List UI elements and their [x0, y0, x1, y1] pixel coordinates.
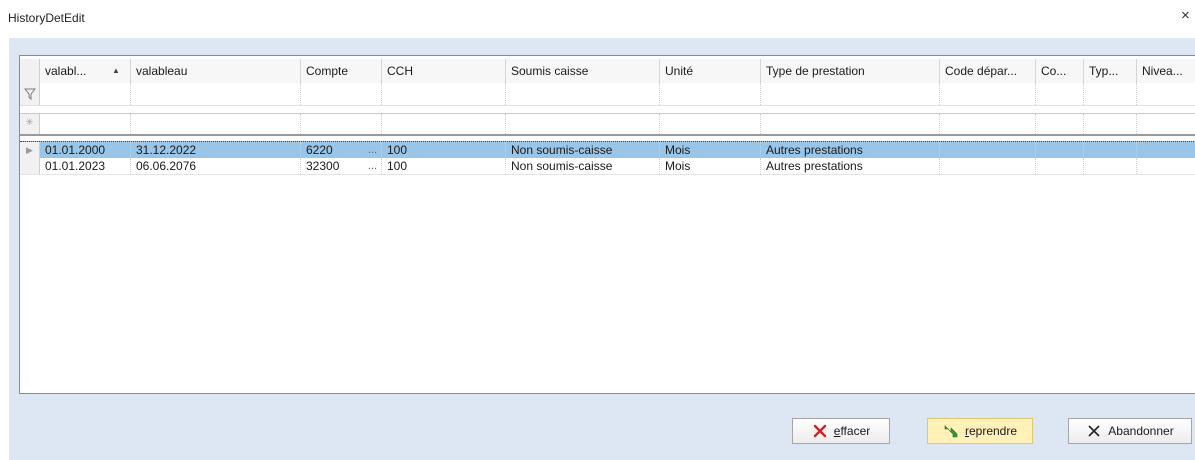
cell-valablede[interactable]: 01.01.2000: [40, 142, 131, 158]
cell-compte[interactable]: 6220 ...: [301, 142, 382, 158]
cell-co[interactable]: [1036, 142, 1084, 158]
cell-soumis-caisse[interactable]: Non soumis-caisse: [506, 142, 660, 158]
filter-row[interactable]: [20, 83, 1195, 106]
column-header-label: Nivea...: [1142, 64, 1183, 78]
filter-cell[interactable]: [301, 83, 382, 105]
filter-cell[interactable]: [506, 83, 660, 105]
new-row-cell[interactable]: [506, 114, 660, 134]
header-indicator-cell: [20, 59, 40, 83]
cell-niveau[interactable]: [1137, 142, 1195, 158]
cell-cch[interactable]: 100: [382, 158, 506, 174]
close-icon[interactable]: ×: [1181, 8, 1195, 24]
filter-cell[interactable]: [382, 83, 506, 105]
new-row-cell[interactable]: [382, 114, 506, 134]
cell-compte-value: 32300: [306, 159, 340, 173]
column-header-label: Co...: [1041, 64, 1067, 78]
column-header-compte[interactable]: Compte: [301, 59, 382, 83]
filter-cell[interactable]: [131, 83, 301, 105]
filter-cell[interactable]: [940, 83, 1036, 105]
black-x-icon: [1086, 423, 1102, 439]
lookup-ellipsis-button[interactable]: ...: [368, 142, 377, 158]
column-header-label: Soumis caisse: [511, 64, 589, 78]
new-row-cell[interactable]: [660, 114, 761, 134]
cell-typ[interactable]: [1084, 142, 1137, 158]
table-row[interactable]: ▶ 01.01.2000 31.12.2022 6220 ... 100 Non…: [20, 141, 1195, 159]
cell-code-departement[interactable]: [940, 142, 1036, 158]
effacer-label: effacer: [834, 424, 870, 438]
new-row-cell[interactable]: [301, 114, 382, 134]
cell-unite[interactable]: Mois: [660, 142, 761, 158]
filter-cell[interactable]: [1084, 83, 1137, 105]
effacer-label-rest: ffacer: [840, 424, 871, 438]
column-header-label: Type de prestation: [766, 64, 865, 78]
green-arrow-icon: [943, 423, 959, 439]
funnel-icon[interactable]: [20, 83, 40, 105]
cell-valablede[interactable]: 01.01.2023: [40, 158, 131, 174]
column-header-unite[interactable]: Unité: [660, 59, 761, 83]
cell-compte-value: 6220: [306, 143, 333, 157]
column-header-type-prestation[interactable]: Type de prestation: [761, 59, 940, 83]
abandonner-button[interactable]: Abandonner: [1068, 418, 1192, 444]
history-grid[interactable]: valabl... ▲ valableau Compte CCH Soumis …: [19, 55, 1195, 394]
new-row-cell[interactable]: [131, 114, 301, 134]
new-row[interactable]: ✳: [20, 113, 1195, 136]
new-row-cell[interactable]: [1084, 114, 1137, 134]
cell-typ[interactable]: [1084, 158, 1137, 174]
dialog-body: valabl... ▲ valableau Compte CCH Soumis …: [9, 38, 1195, 460]
reprendre-label-rest: eprendre: [968, 424, 1018, 438]
red-x-icon: [812, 423, 828, 439]
filter-cell[interactable]: [1137, 83, 1195, 105]
column-header-label: Compte: [306, 64, 349, 78]
new-row-cell[interactable]: [40, 114, 131, 134]
column-header-code-departement[interactable]: Code dépar...: [940, 59, 1036, 83]
filter-cell[interactable]: [40, 83, 131, 105]
new-row-cell[interactable]: [1137, 114, 1195, 134]
column-header-soumis-caisse[interactable]: Soumis caisse: [506, 59, 660, 83]
new-row-cell[interactable]: [1036, 114, 1084, 134]
column-header-label: CCH: [387, 64, 413, 78]
cell-type-prestation[interactable]: Autres prestations: [761, 158, 940, 174]
column-header-cch[interactable]: CCH: [382, 59, 506, 83]
current-row-icon: ▶: [20, 142, 40, 158]
new-row-cell[interactable]: [940, 114, 1036, 134]
row-indicator: [20, 158, 40, 174]
filter-cell[interactable]: [761, 83, 940, 105]
cell-compte[interactable]: 32300 ...: [301, 158, 382, 174]
new-row-icon: ✳: [20, 114, 40, 134]
sort-ascending-icon: ▲: [112, 66, 120, 75]
cell-code-departement[interactable]: [940, 158, 1036, 174]
column-header-label: Code dépar...: [945, 64, 1018, 78]
column-header-niveau[interactable]: Nivea...: [1137, 59, 1195, 83]
column-header-label: valableau: [136, 64, 188, 78]
column-header-typ[interactable]: Typ...: [1084, 59, 1137, 83]
column-header-valableau[interactable]: valableau: [131, 59, 301, 83]
reprendre-label: reprendre: [965, 424, 1017, 438]
column-header-label: Unité: [665, 64, 694, 78]
grid-header-row: valabl... ▲ valableau Compte CCH Soumis …: [20, 59, 1195, 83]
abandonner-label: Abandonner: [1108, 424, 1174, 438]
column-header-label: valabl...: [45, 64, 87, 78]
new-row-cell[interactable]: [761, 114, 940, 134]
cell-unite[interactable]: Mois: [660, 158, 761, 174]
lookup-ellipsis-button[interactable]: ...: [368, 158, 377, 174]
filter-cell[interactable]: [1036, 83, 1084, 105]
cell-co[interactable]: [1036, 158, 1084, 174]
cell-type-prestation[interactable]: Autres prestations: [761, 142, 940, 158]
cell-valableau[interactable]: 06.06.2076: [131, 158, 301, 174]
column-header-co[interactable]: Co...: [1036, 59, 1084, 83]
cell-soumis-caisse[interactable]: Non soumis-caisse: [506, 158, 660, 174]
reprendre-button[interactable]: reprendre: [927, 418, 1033, 444]
cell-cch[interactable]: 100: [382, 142, 506, 158]
cell-valableau[interactable]: 31.12.2022: [131, 142, 301, 158]
column-header-label: Typ...: [1089, 64, 1119, 78]
filter-cell[interactable]: [660, 83, 761, 105]
cell-niveau[interactable]: [1137, 158, 1195, 174]
window-title: HistoryDetEdit: [8, 11, 85, 25]
title-bar: HistoryDetEdit ×: [0, 0, 1195, 38]
effacer-button[interactable]: effacer: [792, 418, 890, 444]
table-row[interactable]: 01.01.2023 06.06.2076 32300 ... 100 Non …: [20, 158, 1195, 175]
column-header-valablede[interactable]: valabl... ▲: [40, 59, 131, 83]
